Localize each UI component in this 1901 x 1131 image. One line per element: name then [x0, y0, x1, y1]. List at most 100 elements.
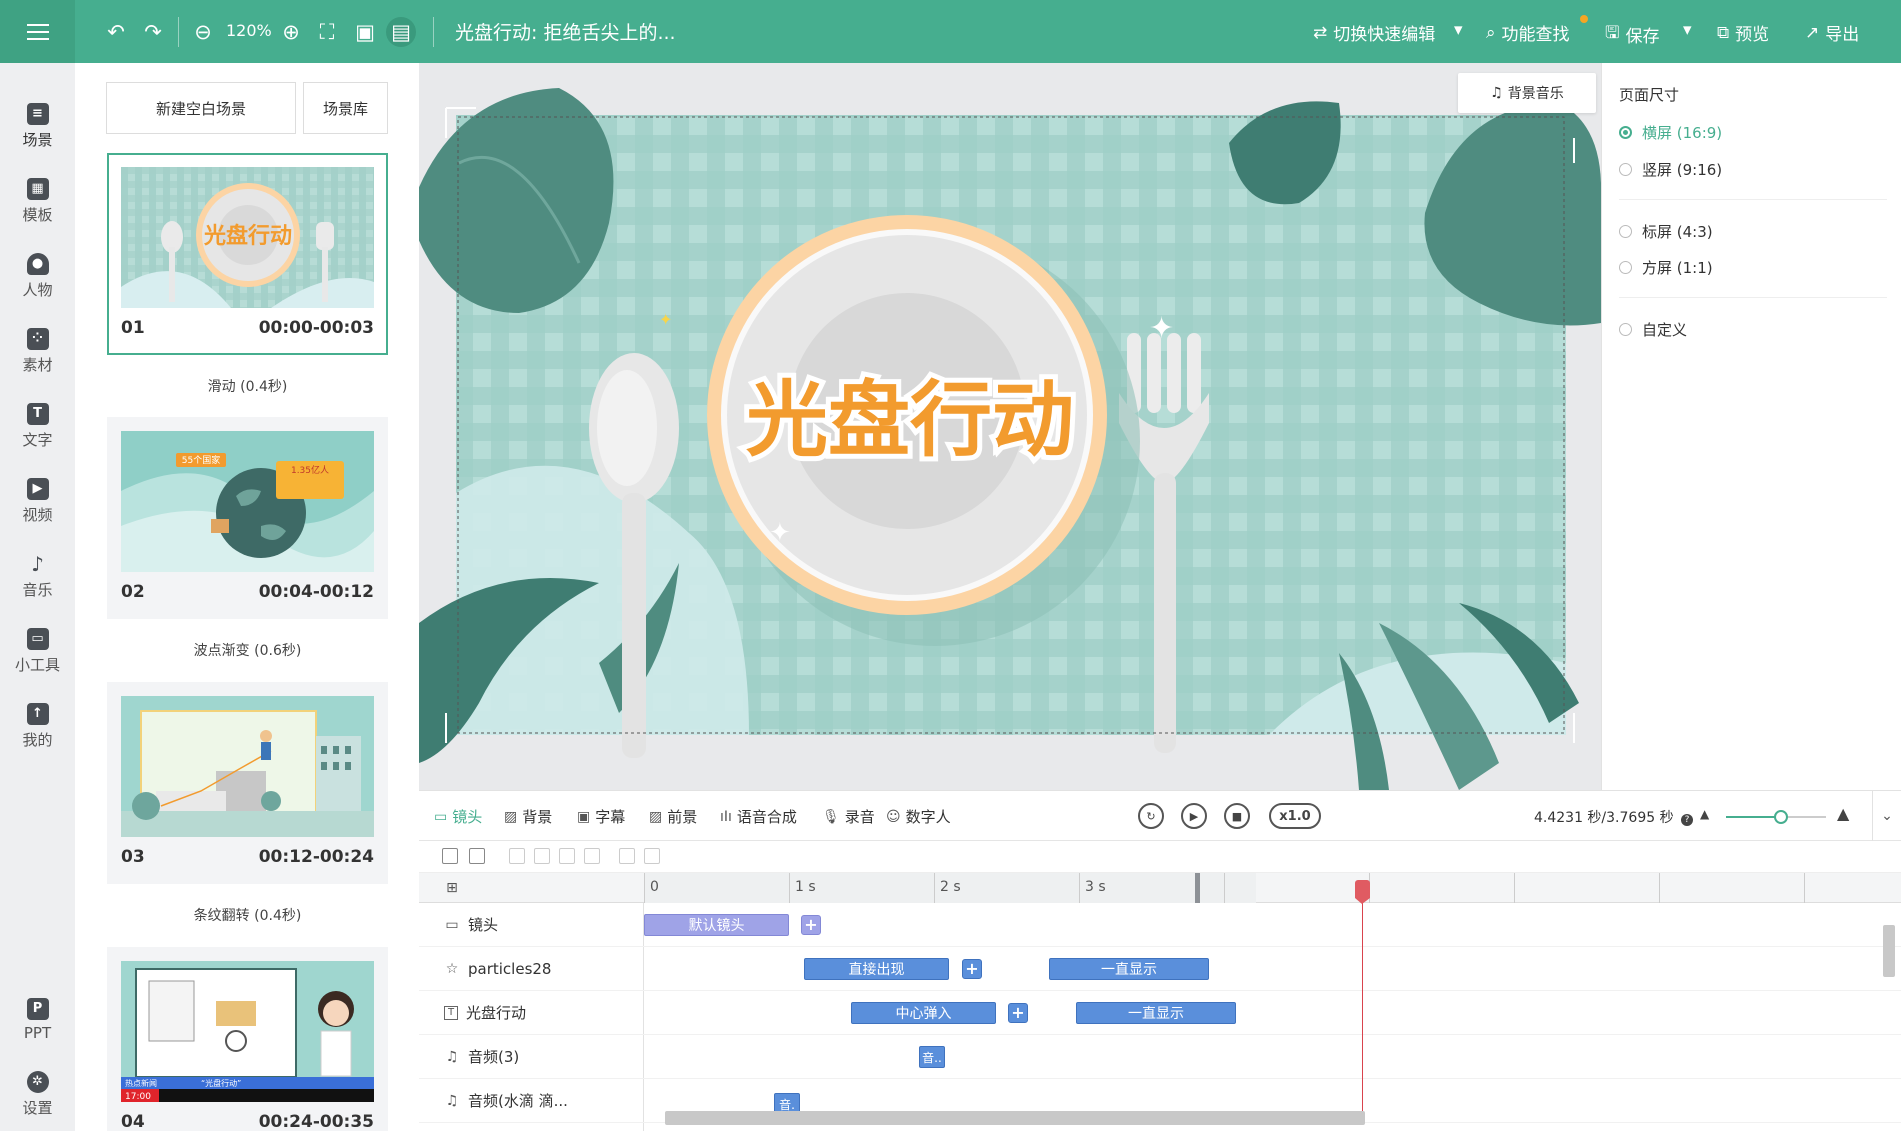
- menu-icon: [26, 23, 49, 40]
- radio[interactable]: [1619, 323, 1632, 336]
- scene-transition[interactable]: 滑动 (0.4秒): [107, 376, 388, 396]
- page-size-option-1-1[interactable]: 方屏 (1:1): [1619, 257, 1713, 278]
- timeline-clip[interactable]: 中心弹入: [851, 1002, 996, 1024]
- nav-item-video[interactable]: ▶ 视频: [0, 478, 75, 538]
- page-size-option-4-3[interactable]: 标屏 (4:3): [1619, 221, 1713, 242]
- timeline-zoom-knob[interactable]: [1774, 810, 1788, 824]
- timeline-clip[interactable]: 音..: [919, 1046, 945, 1068]
- replay-button[interactable]: ↻: [1138, 803, 1164, 829]
- nav-item-template[interactable]: ▦ 模板: [0, 178, 75, 238]
- nav-item-scene[interactable]: ≡ 场景: [0, 103, 75, 163]
- text-icon: T: [444, 1005, 458, 1020]
- tab-digital-human[interactable]: ☺ 数字人: [886, 806, 951, 827]
- playhead-handle[interactable]: [1355, 880, 1370, 904]
- tab-background[interactable]: ▨ 背景: [504, 806, 552, 827]
- nav-item-mine[interactable]: ↑ 我的: [0, 703, 75, 763]
- time-ruler[interactable]: 0 1 s 2 s 3 s: [644, 873, 1901, 903]
- align-start-icon[interactable]: [559, 848, 575, 864]
- nav-item-settings[interactable]: ✲ 设置: [0, 1071, 75, 1131]
- nav-item-material[interactable]: ⁘ 素材: [0, 328, 75, 388]
- align-left-icon[interactable]: [509, 848, 525, 864]
- timeline-vertical-scrollbar[interactable]: [1883, 925, 1895, 977]
- play-button[interactable]: ▶: [1181, 803, 1207, 829]
- background-music-button[interactable]: ♫ 背景音乐: [1458, 73, 1596, 113]
- tab-recording[interactable]: 🎙 录音: [822, 806, 875, 827]
- scene-card[interactable]: 光盘行动 01 00:00-00:03: [107, 153, 388, 355]
- nav-item-ppt[interactable]: P PPT: [0, 998, 75, 1058]
- switch-fast-edit-dropdown[interactable]: ▾: [1454, 20, 1463, 40]
- zoom-in-icon[interactable]: ⊕: [276, 17, 306, 47]
- collapse-timeline-button[interactable]: ⌄: [1872, 790, 1901, 841]
- redo-icon[interactable]: ↷: [138, 17, 168, 47]
- tab-speech-synthesis[interactable]: ıIı 语音合成: [720, 806, 797, 827]
- group-icon[interactable]: [469, 848, 485, 864]
- track-label[interactable]: ▭ 镜头: [419, 903, 644, 947]
- sparkle-icon: ✦: [1149, 311, 1174, 346]
- nav-item-person[interactable]: ● 人物: [0, 253, 75, 313]
- canvas-area[interactable]: ✦ ✦ ✦ ✦ 光盘行动 光盘行动: [419, 63, 1601, 790]
- fullscreen-icon[interactable]: ⛶: [312, 17, 342, 47]
- timeline-clip[interactable]: 直接出现: [804, 958, 949, 980]
- nav-item-toolbox[interactable]: ▭ 小工具: [0, 628, 75, 688]
- radio[interactable]: [1619, 261, 1632, 274]
- scene-library-button[interactable]: 场景库: [303, 82, 388, 134]
- new-blank-scene-button[interactable]: 新建空白场景: [106, 82, 296, 134]
- add-clip-button[interactable]: +: [1008, 1003, 1028, 1023]
- track-label[interactable]: ♫ 音频(水滴 滴...: [419, 1079, 644, 1123]
- tab-camera[interactable]: ▭ 镜头: [434, 806, 482, 827]
- page-size-option-16-9[interactable]: 横屏 (16:9): [1619, 122, 1722, 143]
- add-clip-button[interactable]: +: [801, 915, 821, 935]
- filter-icon[interactable]: [442, 848, 458, 864]
- timeline-clip[interactable]: 默认镜头: [644, 914, 789, 936]
- star-icon: ☆: [445, 960, 459, 977]
- track-label[interactable]: ♫ 音频(3): [419, 1035, 644, 1079]
- scene-transition[interactable]: 条纹翻转 (0.4秒): [107, 905, 388, 925]
- scene-transition[interactable]: 波点渐变 (0.6秒): [107, 640, 388, 660]
- stop-button[interactable]: ■: [1224, 803, 1250, 829]
- track-name: particles28: [468, 959, 552, 978]
- save-button[interactable]: 🖫 保存: [1605, 20, 1659, 49]
- zoom-in-mountain-icon[interactable]: ▲: [1837, 804, 1849, 823]
- help-icon[interactable]: ?: [1681, 814, 1694, 826]
- page-size-option-custom[interactable]: 自定义: [1619, 319, 1687, 340]
- scene-card[interactable]: 55个国家 1.35亿人 02 00:04-00:12: [107, 417, 388, 619]
- tab-subtitle[interactable]: ▣ 字幕: [577, 806, 625, 827]
- timeline-zoom-slider[interactable]: [1726, 810, 1826, 824]
- keyboard-shortcut-icon[interactable]: ▤: [386, 17, 416, 47]
- zoom-out-icon[interactable]: ⊖: [188, 17, 218, 47]
- radio-checked[interactable]: [1619, 126, 1632, 139]
- page-size-option-9-16[interactable]: 竖屏 (9:16): [1619, 159, 1722, 180]
- undo-icon[interactable]: ↶: [101, 17, 131, 47]
- nav-item-music[interactable]: ♪ 音乐: [0, 553, 75, 613]
- track-label[interactable]: ☆ particles28: [419, 947, 644, 991]
- add-clip-button[interactable]: +: [962, 959, 982, 979]
- document-title[interactable]: 光盘行动: 拒绝舌尖上的...: [455, 18, 676, 45]
- page-size-option-label: 横屏 (16:9): [1642, 124, 1723, 142]
- distribute-alt-icon[interactable]: [644, 848, 660, 864]
- align-end-icon[interactable]: [584, 848, 600, 864]
- camera-icon: ▭: [445, 916, 459, 933]
- scene-card[interactable]: 03 00:12-00:24: [107, 682, 388, 884]
- radio[interactable]: [1619, 225, 1632, 238]
- radio[interactable]: [1619, 163, 1632, 176]
- preview-button[interactable]: ⧉ 预览: [1717, 20, 1769, 46]
- zoom-out-mountain-icon[interactable]: ▲: [1700, 807, 1709, 821]
- tab-foreground[interactable]: ▨ 前景: [649, 806, 697, 827]
- hamburger-menu-button[interactable]: [0, 0, 75, 63]
- timeline-clip[interactable]: 一直显示: [1049, 958, 1209, 980]
- export-button[interactable]: ↗ 导出: [1805, 20, 1859, 46]
- track-label[interactable]: T 光盘行动: [419, 991, 644, 1035]
- scene-canvas[interactable]: ✦ ✦ ✦ ✦ 光盘行动 光盘行动: [419, 63, 1601, 790]
- playback-speed-button[interactable]: x1.0: [1269, 803, 1321, 829]
- layers-icon[interactable]: ⊞: [444, 880, 460, 896]
- switch-fast-edit-button[interactable]: ⇄ 切换快速编辑: [1313, 20, 1435, 46]
- scene-card[interactable]: 热点新闻 “光盘行动” 17:00 04 00:24-00:35: [107, 947, 388, 1131]
- fit-screen-icon[interactable]: ▣: [350, 17, 380, 47]
- nav-item-text[interactable]: T 文字: [0, 403, 75, 463]
- timeline-horizontal-scrollbar[interactable]: [665, 1111, 1365, 1125]
- distribute-icon[interactable]: [619, 848, 635, 864]
- align-right-icon[interactable]: [534, 848, 550, 864]
- feature-search-button[interactable]: ⌕ 功能查找: [1486, 20, 1570, 46]
- timeline-clip[interactable]: 一直显示: [1076, 1002, 1236, 1024]
- save-dropdown[interactable]: ▾: [1683, 20, 1692, 40]
